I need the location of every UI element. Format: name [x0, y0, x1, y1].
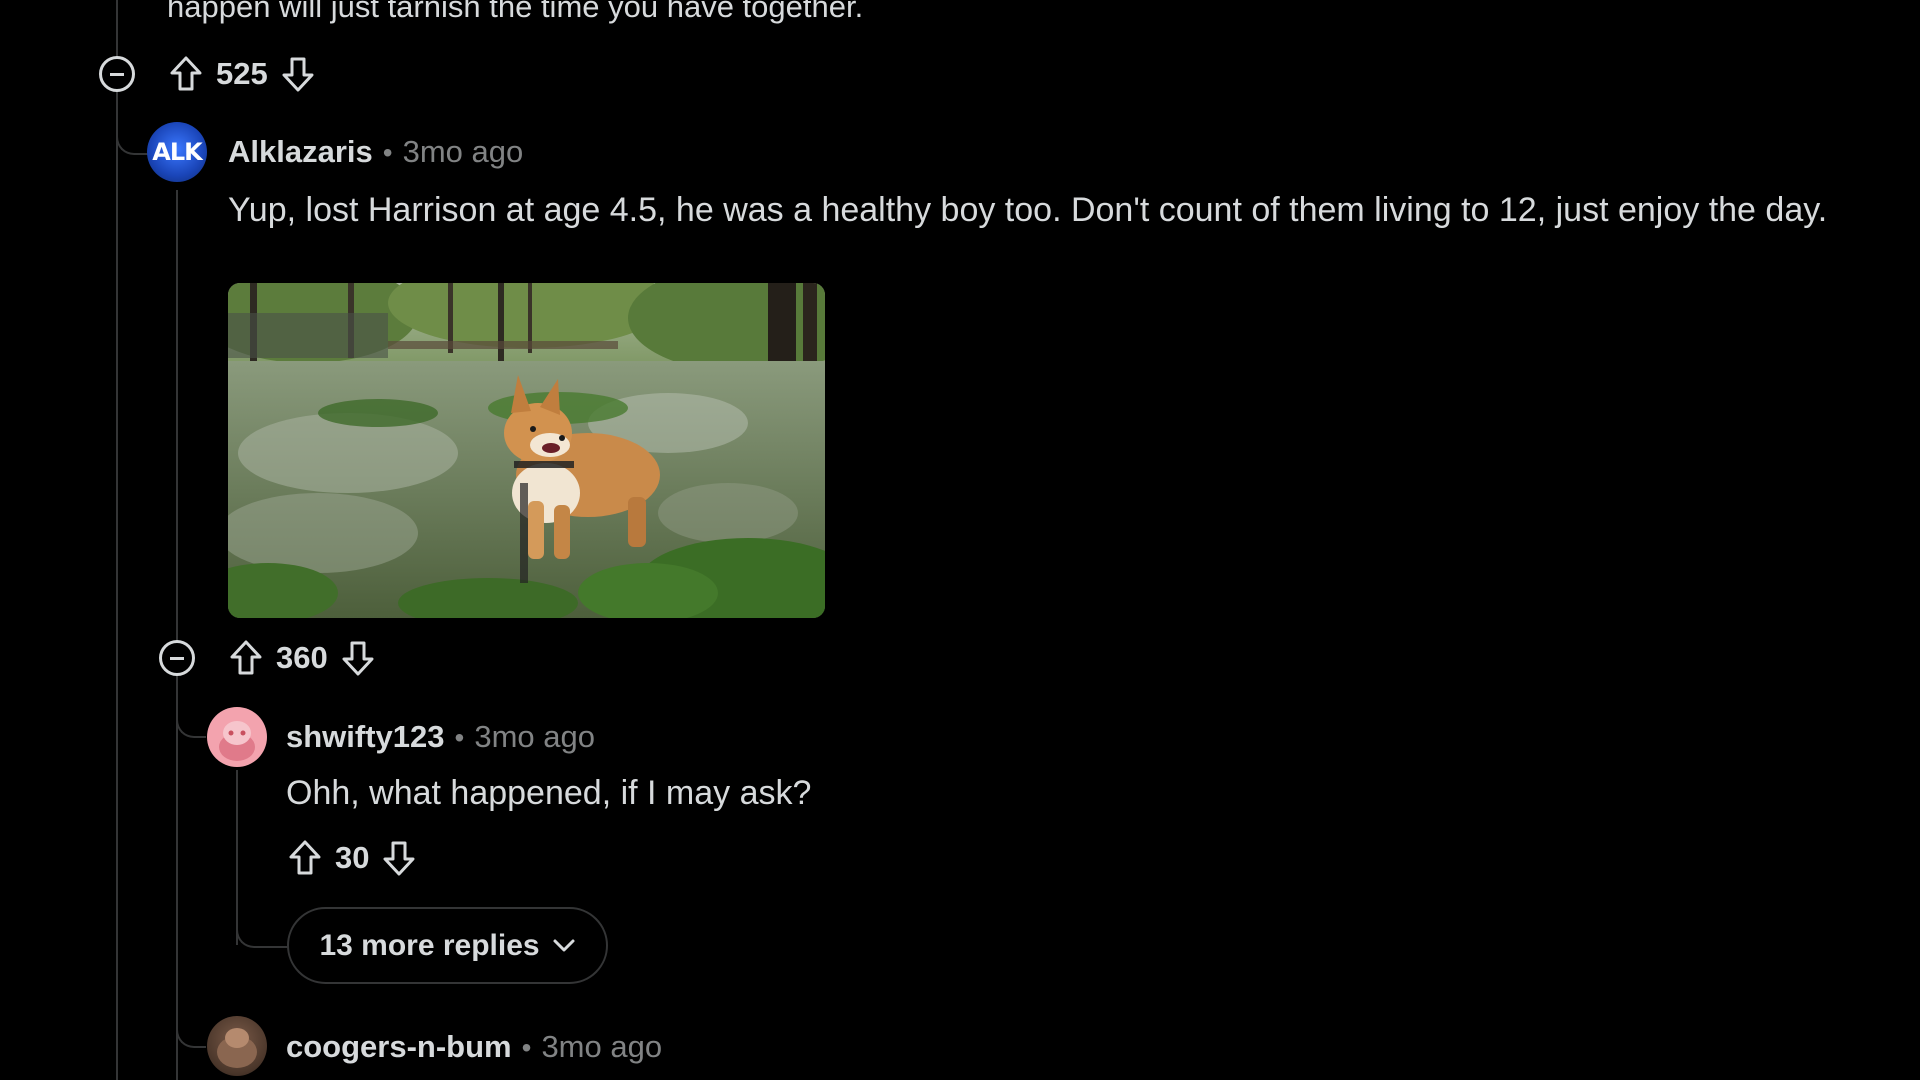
chevron-down-icon: [552, 938, 576, 954]
vote-bar: 525: [168, 53, 316, 95]
vote-score: 30: [335, 840, 370, 875]
upvote-icon[interactable]: [228, 638, 264, 678]
meta-separator: •: [382, 137, 393, 168]
collapse-thread-button[interactable]: [159, 640, 195, 676]
vote-bar: 360: [228, 637, 376, 679]
avatar[interactable]: [207, 1016, 267, 1076]
comment-image[interactable]: [228, 283, 825, 618]
upvote-icon[interactable]: [287, 838, 323, 878]
vote-score: 525: [216, 56, 268, 91]
downvote-icon[interactable]: [280, 54, 316, 94]
more-replies-label: 13 more replies: [319, 928, 540, 962]
comment-body: Ohh, what happened, if I may ask?: [286, 774, 812, 812]
timestamp[interactable]: 3mo ago: [541, 1029, 662, 1065]
thread-connector-alklazaris: [116, 95, 148, 155]
comment-thread: happen will just tarnish the time you ha…: [0, 0, 1920, 1080]
meta-separator: •: [521, 1032, 532, 1063]
more-replies-button[interactable]: 13 more replies: [287, 907, 608, 984]
thread-connector-coogers: [176, 1000, 206, 1048]
avatar-initials: ALK: [152, 138, 202, 166]
downvote-icon[interactable]: [381, 838, 417, 878]
snoo-avatar-icon: [219, 721, 255, 761]
timestamp[interactable]: 3mo ago: [474, 719, 595, 755]
thread-line-level-1[interactable]: [116, 0, 118, 1080]
thread-connector-more-replies: [236, 900, 288, 948]
comment-meta: coogers-n-bum • 3mo ago: [286, 1029, 662, 1065]
user-photo-avatar: [217, 1028, 257, 1068]
username[interactable]: shwifty123: [286, 719, 445, 755]
downvote-icon[interactable]: [340, 638, 376, 678]
comment-body: Yup, lost Harrison at age 4.5, he was a …: [228, 191, 1828, 229]
username[interactable]: coogers-n-bum: [286, 1029, 512, 1065]
avatar[interactable]: ALK: [147, 122, 207, 182]
thread-connector-shwifty: [176, 690, 206, 738]
username[interactable]: Alklazaris: [228, 134, 373, 170]
collapse-thread-button[interactable]: [99, 56, 135, 92]
vote-bar: 30: [287, 837, 417, 879]
comment-meta: Alklazaris • 3mo ago: [228, 134, 523, 170]
thread-line-level-2[interactable]: [176, 190, 178, 1080]
timestamp[interactable]: 3mo ago: [403, 134, 524, 170]
comment-meta: shwifty123 • 3mo ago: [286, 719, 595, 755]
previous-comment-text: happen will just tarnish the time you ha…: [167, 0, 864, 24]
upvote-icon[interactable]: [168, 54, 204, 94]
vote-score: 360: [276, 640, 328, 675]
avatar[interactable]: [207, 707, 267, 767]
meta-separator: •: [454, 722, 465, 753]
